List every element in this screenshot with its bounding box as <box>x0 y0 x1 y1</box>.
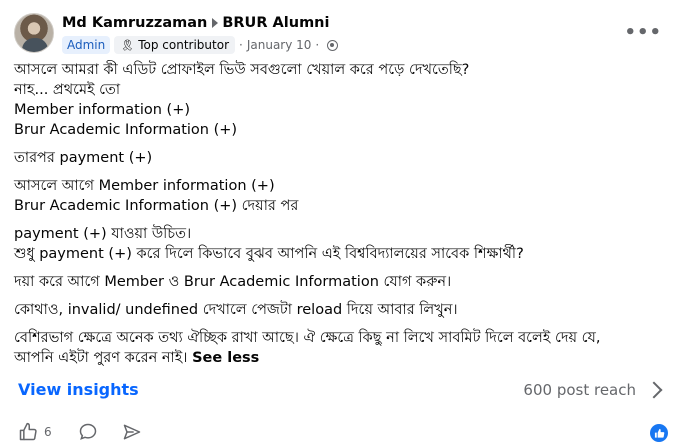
globe-icon <box>327 39 339 51</box>
thumbs-up-filled-icon <box>654 428 664 438</box>
share-icon <box>123 424 141 440</box>
post-line: Brur Academic Information (+) <box>14 122 238 138</box>
separator-dot: · <box>315 38 320 52</box>
post-line: কোথাও, invalid/ undefined দেখালে পেজটা r… <box>14 302 458 318</box>
see-less-link[interactable]: See less <box>192 350 259 366</box>
post-line: নাহ... প্রথমেই তো <box>14 82 121 98</box>
top-contributor-label: Top contributor <box>138 38 230 52</box>
post-line: শুধু payment (+) করে দিলে কিভাবে বুঝব আপ… <box>14 246 524 262</box>
post-line: আসলে আগে Member information (+) <box>14 178 275 194</box>
ribbon-icon: 🎗 <box>120 38 135 52</box>
post-line: আসলে আমরা কী এডিট প্রোফাইল ভিউ সবগুলো খে… <box>14 62 470 78</box>
top-contributor-badge: 🎗 Top contributor <box>114 36 236 54</box>
post-line: আপনি এইটা পুরণ করেন নাই। <box>14 350 188 366</box>
post-line: payment (+) যাওয়া উচিত। <box>14 226 192 242</box>
share-button[interactable] <box>122 422 142 442</box>
post-line-last: আপনি এইটা পুরণ করেন নাই। See less <box>14 348 674 368</box>
admin-badge: Admin <box>62 36 111 54</box>
post-body: আসলে আমরা কী এডিট প্রোফাইল ভিউ সবগুলো খে… <box>14 60 674 368</box>
insights-bar: View insights 600 post reach <box>0 372 684 408</box>
post-line: দয়া করে আগে Member ও Brur Academic Info… <box>14 274 452 290</box>
action-bar: 6 <box>0 418 684 446</box>
post-line: Member information (+) <box>14 102 191 118</box>
thumbs-up-icon <box>19 422 37 441</box>
post-card: Md Kamruzzaman BRUR Alumni Admin 🎗 Top c… <box>0 0 684 446</box>
like-button[interactable]: 6 <box>18 422 52 442</box>
separator-dot: · <box>239 38 243 52</box>
post-header: Md Kamruzzaman BRUR Alumni <box>62 13 329 33</box>
group-name[interactable]: BRUR Alumni <box>222 15 329 31</box>
post-date[interactable]: January 10 <box>247 38 312 52</box>
arrow-right-icon <box>212 18 219 28</box>
view-insights-link[interactable]: View insights <box>18 380 139 399</box>
reaction-count: 6 <box>44 425 52 439</box>
author-name[interactable]: Md Kamruzzaman <box>62 15 207 31</box>
like-reaction-icon[interactable] <box>650 424 668 442</box>
more-options-icon[interactable]: ••• <box>624 22 662 43</box>
post-line: বেশিরভাগ ক্ষেত্রে অনেক তথ্য ঐচ্ছিক রাখা … <box>14 330 601 346</box>
chevron-right-icon[interactable] <box>645 381 663 399</box>
post-reach[interactable]: 600 post reach <box>523 381 636 399</box>
comment-button[interactable] <box>78 422 98 442</box>
post-line: Brur Academic Information (+) দেয়ার পর <box>14 198 299 214</box>
post-meta: Admin 🎗 Top contributor · January 10 · <box>62 35 339 55</box>
post-line: তারপর payment (+) <box>14 150 153 166</box>
comment-icon <box>79 423 97 440</box>
avatar[interactable] <box>14 13 54 53</box>
